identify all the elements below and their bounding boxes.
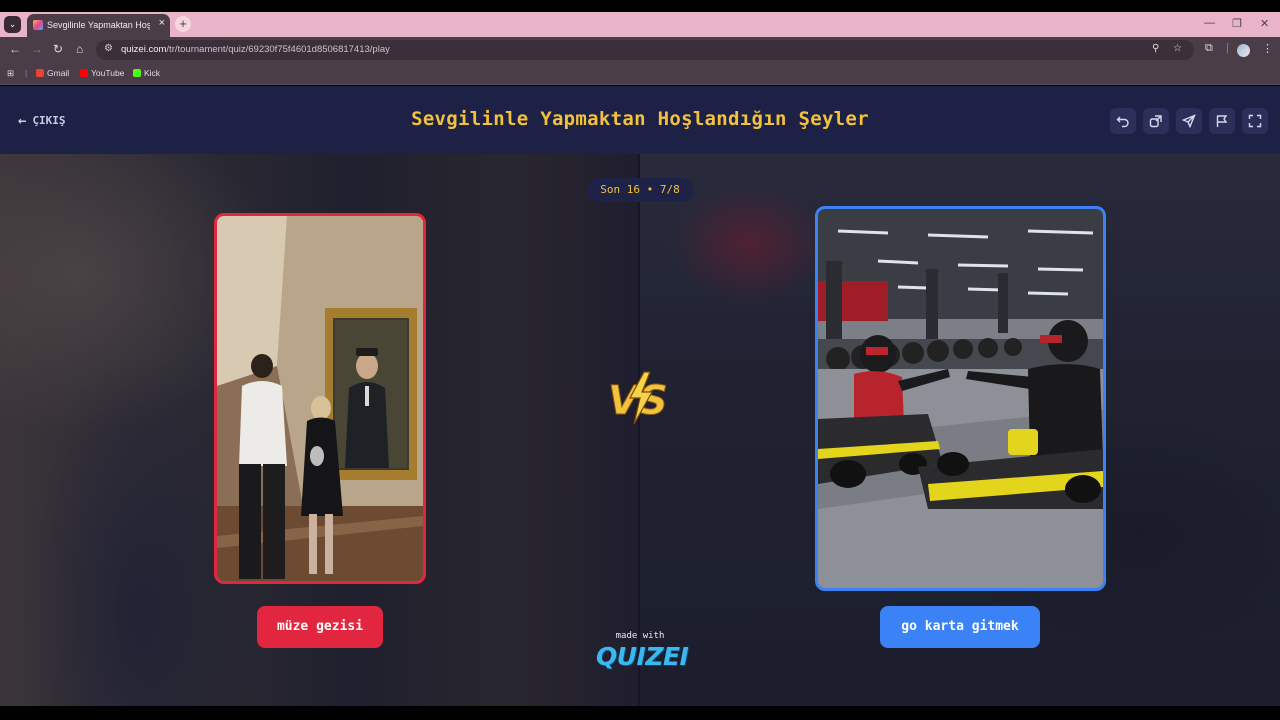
round-indicator: Son 16 • 7/8: [587, 178, 693, 202]
close-tab-icon[interactable]: ×: [159, 17, 165, 29]
send-button[interactable]: [1176, 108, 1202, 134]
youtube-icon: [80, 69, 88, 77]
new-tab-icon[interactable]: +: [175, 16, 191, 32]
fullscreen-icon: [1248, 114, 1262, 128]
undo-button[interactable]: [1110, 108, 1136, 134]
quizei-logo[interactable]: QUIZEI: [596, 642, 689, 671]
tab-title: Sevgilinle Yapmaktan Hoşlandı: [47, 20, 150, 30]
reload-icon[interactable]: ↻: [53, 42, 63, 56]
chrome-menu-icon[interactable]: ⋮: [1262, 42, 1273, 55]
bookmark-star-icon[interactable]: ☆: [1173, 43, 1182, 54]
option-right-button[interactable]: go karta gitmek: [880, 606, 1040, 648]
option-left-button[interactable]: müze gezisi: [257, 606, 383, 648]
bookmark-kick[interactable]: Kick: [133, 68, 160, 78]
extensions-icon[interactable]: ⧉: [1205, 42, 1213, 55]
home-icon[interactable]: ⌂: [76, 42, 83, 56]
browser-tab[interactable]: Sevgilinle Yapmaktan Hoşlandı ×: [27, 14, 170, 37]
back-icon[interactable]: ←: [9, 42, 21, 56]
zoom-icon[interactable]: ⚲: [1152, 43, 1159, 54]
bookmark-youtube[interactable]: YouTube: [80, 68, 124, 78]
quiz-title: Sevgilinle Yapmaktan Hoşlandığın Şeyler: [411, 108, 869, 130]
bookmarks-separator: |: [25, 68, 28, 78]
quiz-page: ← ÇIKIŞ Sevgilinle Yapmaktan Hoşlandığın …: [0, 86, 1280, 706]
undo-icon: [1116, 116, 1129, 128]
bookmarks-bar: ⊞ | Gmail YouTube Kick: [0, 63, 1280, 85]
kick-icon: [133, 69, 141, 77]
apps-icon[interactable]: ⊞: [7, 68, 14, 79]
quizei-favicon-icon: [33, 20, 43, 30]
forward-icon[interactable]: →: [31, 42, 43, 56]
gmail-icon: [36, 69, 44, 77]
versus-badge: VS: [608, 371, 668, 425]
address-bar[interactable]: ⚙ quizei.com/tr/tournament/quiz/69230f75…: [96, 40, 1194, 60]
toolbar-separator: |: [1226, 42, 1229, 54]
flag-icon: [1216, 115, 1228, 127]
send-icon: [1182, 114, 1196, 128]
browser-toolbar: ← → ↻ ⌂ ⚙ quizei.com/tr/tournament/quiz/…: [0, 37, 1280, 63]
made-with-label: made with: [615, 631, 665, 641]
browser-tab-strip: ⌄ Sevgilinle Yapmaktan Hoşlandı × + — ❐ …: [0, 12, 1280, 37]
option-right-card[interactable]: [815, 206, 1106, 591]
report-button[interactable]: [1209, 108, 1235, 134]
bookmark-gmail[interactable]: Gmail: [36, 68, 69, 78]
go-kart-photo: [818, 209, 1103, 588]
museum-visit-photo: [217, 216, 423, 581]
close-window-icon[interactable]: ✕: [1260, 17, 1269, 30]
option-left-card[interactable]: [214, 213, 426, 584]
quiz-header: ← ÇIKIŞ Sevgilinle Yapmaktan Hoşlandığın …: [0, 86, 1280, 154]
share-icon: [1149, 115, 1162, 128]
screen: ⌄ Sevgilinle Yapmaktan Hoşlandı × + — ❐ …: [0, 0, 1280, 720]
restore-icon[interactable]: ❐: [1232, 17, 1242, 30]
fullscreen-button[interactable]: [1242, 108, 1268, 134]
share-button[interactable]: [1143, 108, 1169, 134]
center-divider: [638, 154, 640, 706]
tab-search-icon[interactable]: ⌄: [4, 16, 21, 33]
minimize-icon[interactable]: —: [1204, 17, 1215, 29]
profile-avatar[interactable]: [1237, 44, 1250, 57]
url-text[interactable]: quizei.com/tr/tournament/quiz/69230f75f4…: [121, 44, 390, 55]
site-info-icon[interactable]: ⚙: [104, 43, 113, 54]
